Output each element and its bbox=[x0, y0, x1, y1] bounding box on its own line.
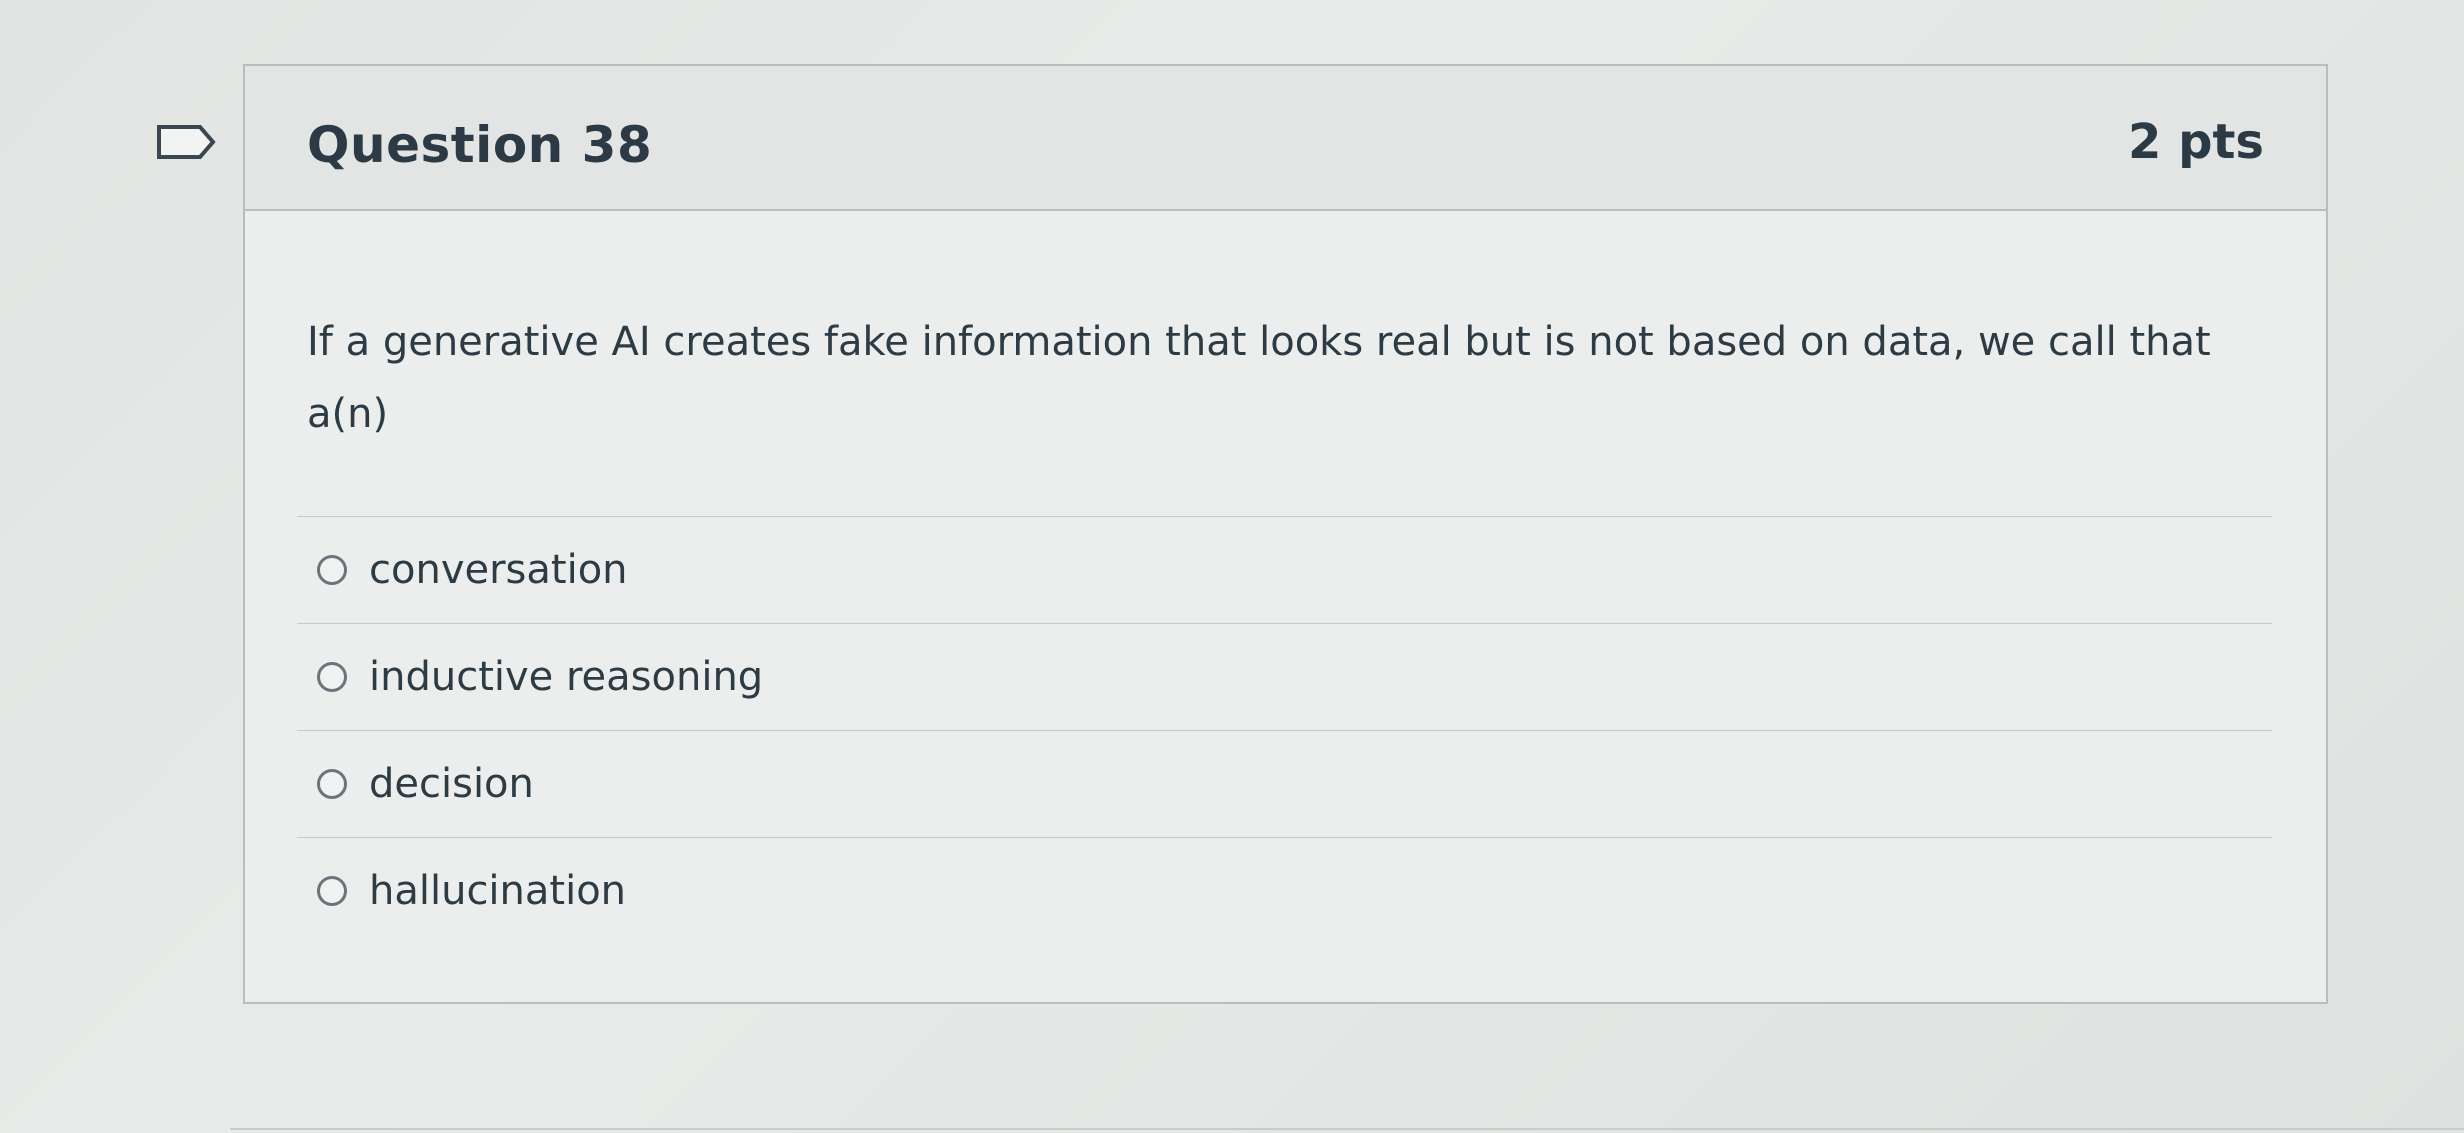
answer-option[interactable]: hallucination bbox=[297, 838, 2272, 944]
radio-unchecked-icon[interactable] bbox=[317, 769, 347, 799]
answer-option[interactable]: inductive reasoning bbox=[297, 624, 2272, 731]
radio-unchecked-icon[interactable] bbox=[317, 662, 347, 692]
answer-option[interactable]: conversation bbox=[297, 517, 2272, 624]
question-points: 2 pts bbox=[2128, 114, 2264, 170]
next-card-edge bbox=[230, 1128, 2464, 1130]
radio-unchecked-icon[interactable] bbox=[317, 876, 347, 906]
answer-list: conversation inductive reasoning decisio… bbox=[297, 516, 2272, 944]
radio-unchecked-icon[interactable] bbox=[317, 555, 347, 585]
answer-label[interactable]: decision bbox=[369, 761, 534, 807]
question-header: Question 38 2 pts bbox=[245, 66, 2326, 211]
flag-question-icon[interactable] bbox=[156, 124, 216, 160]
answer-option[interactable]: decision bbox=[297, 731, 2272, 838]
question-card: Question 38 2 pts If a generative AI cre… bbox=[243, 64, 2328, 1004]
question-title: Question 38 bbox=[307, 116, 653, 174]
question-text: If a generative AI creates fake informat… bbox=[307, 319, 2211, 437]
answer-label[interactable]: hallucination bbox=[369, 868, 626, 914]
answer-label[interactable]: inductive reasoning bbox=[369, 654, 763, 700]
answer-label[interactable]: conversation bbox=[369, 547, 628, 593]
